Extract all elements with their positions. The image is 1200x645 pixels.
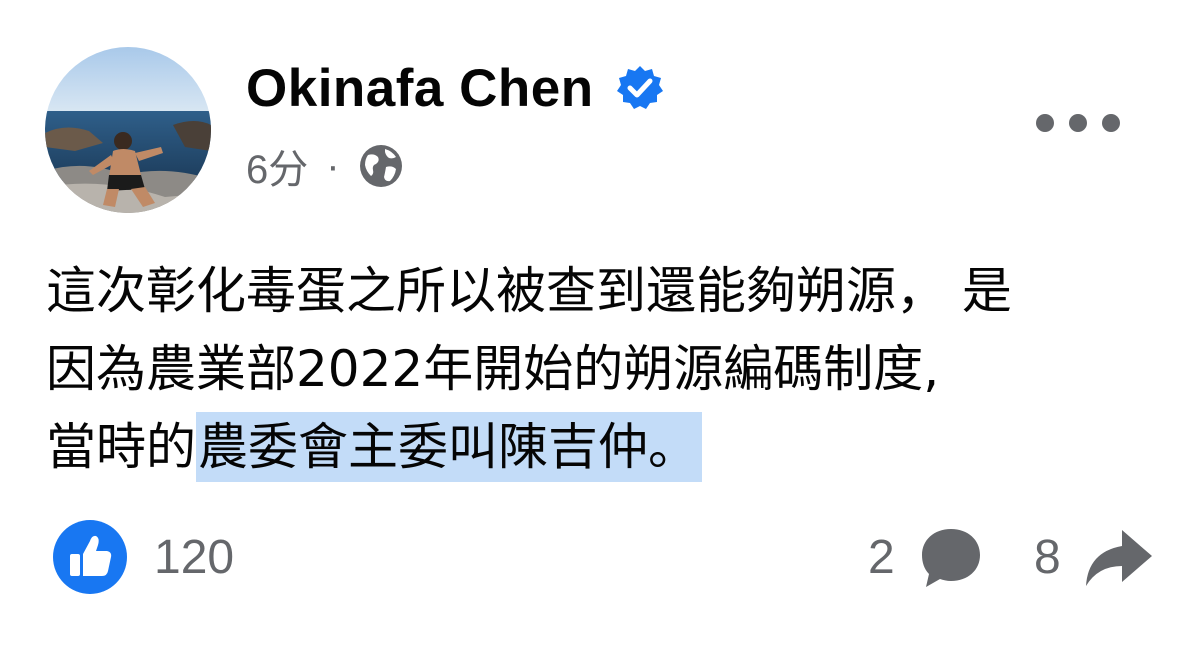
selected-text-highlight[interactable]: 農委會主委叫陳吉仲。 [196, 412, 702, 482]
post-body: 這次彰化毒蛋之所以被查到還能夠朔源， 是 因為農業部2022年開始的朔源編碼制度… [46, 252, 1166, 486]
author-name[interactable]: Okinafa Chen [246, 58, 594, 119]
globe-icon[interactable] [358, 143, 404, 189]
verified-badge-icon [616, 64, 664, 112]
author-row: Okinafa Chen [246, 56, 664, 120]
more-options-button[interactable] [1036, 104, 1120, 142]
more-dot [1069, 114, 1087, 132]
like-icon[interactable] [52, 519, 128, 595]
meta-separator: · [326, 143, 340, 188]
comment-count[interactable]: 2 [868, 528, 895, 588]
post-text-line-3: 當時的農委會主委叫陳吉仲。 [46, 408, 1166, 486]
facebook-post: Okinafa Chen 6分 · 這次彰化毒蛋之所以被查到還能夠朔源， 是 因… [0, 0, 1200, 645]
post-text-line-1: 這次彰化毒蛋之所以被查到還能夠朔源， 是 [46, 262, 1012, 320]
post-timestamp[interactable]: 6分 [246, 137, 308, 195]
post-text-line-2: 因為農業部2022年開始的朔源編碼制度, [46, 340, 940, 398]
avatar-photo [45, 47, 211, 213]
post-text-line-3-prefix: 當時的 [46, 418, 196, 476]
more-dot [1102, 114, 1120, 132]
post-meta: 6分 · [246, 140, 404, 192]
avatar[interactable] [45, 47, 211, 213]
share-icon[interactable] [1082, 524, 1154, 590]
share-count[interactable]: 8 [1034, 528, 1061, 588]
comment-icon[interactable] [916, 525, 986, 591]
like-count[interactable]: 120 [154, 528, 234, 588]
more-dot [1036, 114, 1054, 132]
